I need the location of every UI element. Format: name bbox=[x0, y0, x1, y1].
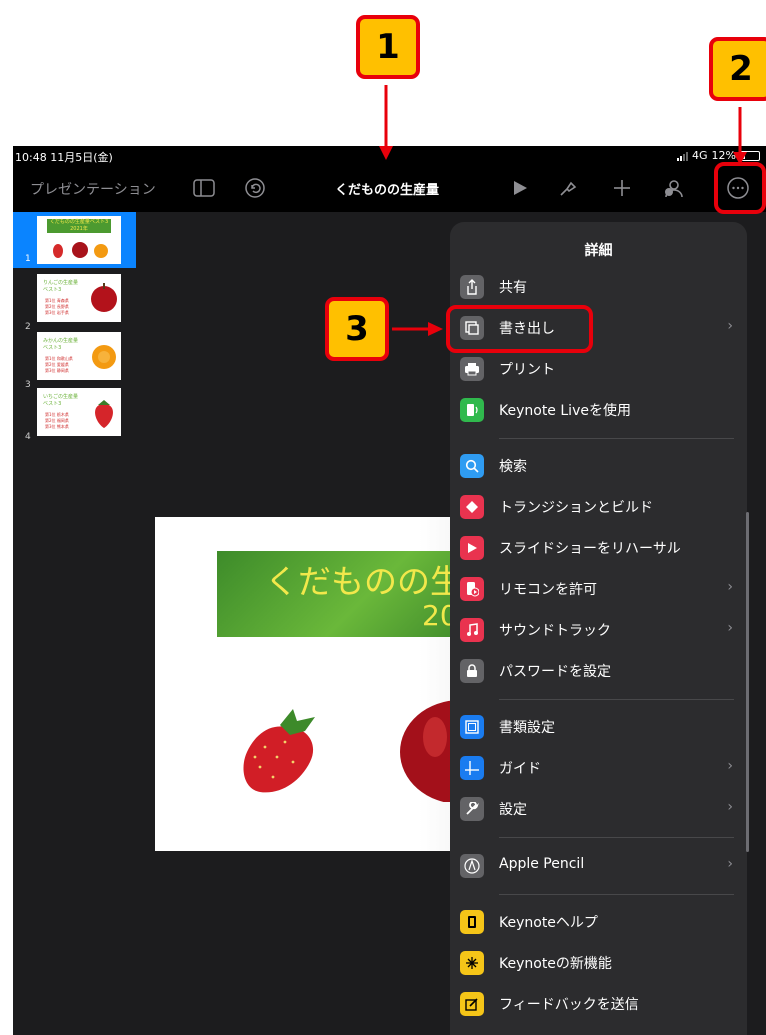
callout-badge-3: 3 bbox=[325, 297, 389, 361]
annotation-arrows bbox=[379, 85, 747, 336]
